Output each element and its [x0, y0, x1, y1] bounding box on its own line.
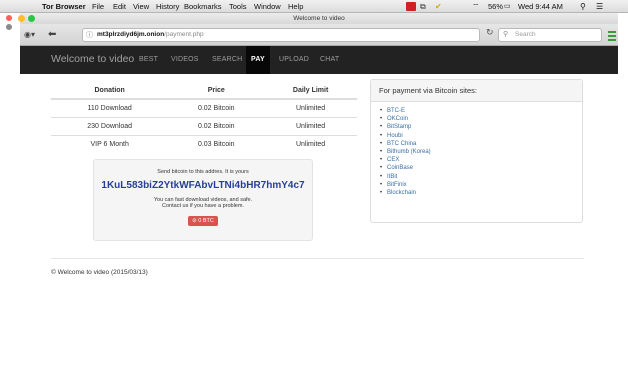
table-cell: 0.02 Bitcoin: [168, 116, 265, 135]
site-link[interactable]: BTC-E: [380, 107, 582, 115]
site-link[interactable]: Bithumb (Korea): [380, 148, 582, 156]
battery-icon[interactable]: ▭: [504, 2, 511, 10]
payment-intro: Send bitcoin to this addres. It is yours: [157, 169, 249, 175]
donation-table: Donation Price Daily Limit 110 Download …: [51, 82, 357, 153]
nav-videos[interactable]: VIDEOS: [171, 56, 199, 63]
menu-file[interactable]: File: [92, 2, 104, 11]
minimize-window-icon[interactable]: [18, 15, 25, 22]
zoom-window-icon[interactable]: [28, 15, 35, 22]
table-header: Price: [168, 82, 265, 100]
menu-app-name[interactable]: Tor Browser: [42, 2, 86, 11]
nav-search[interactable]: SEARCH: [212, 56, 242, 63]
site-brand[interactable]: Welcome to video: [51, 53, 134, 65]
table-cell: Unlimited: [264, 98, 357, 117]
table-header-row: Donation Price Daily Limit: [51, 82, 357, 100]
site-link[interactable]: BTC China: [380, 140, 582, 148]
site-link[interactable]: Houbi: [380, 132, 582, 140]
menu-tools[interactable]: Tools: [229, 2, 247, 11]
table-row: 110 Download 0.02 Bitcoin Unlimited: [51, 98, 357, 117]
table-cell: 110 Download: [51, 98, 169, 117]
btc-balance-button[interactable]: ⊘ 0 BTC: [188, 216, 218, 226]
table-cell: 0.02 Bitcoin: [168, 98, 265, 117]
tor-onion-icon[interactable]: [6, 24, 12, 30]
btc-balance-label: 0 BTC: [198, 218, 214, 224]
payment-note-2: Contact us if you have a problem.: [162, 203, 244, 209]
nav-upload[interactable]: UPLOAD: [279, 56, 309, 63]
close-window-icon[interactable]: [6, 15, 12, 21]
reload-icon[interactable]: ↻: [486, 28, 494, 38]
search-icon: ⚲: [503, 31, 509, 38]
status-app-icon[interactable]: [406, 2, 416, 11]
clock[interactable]: Wed 9:44 AM: [518, 2, 563, 11]
menu-window[interactable]: Window: [254, 2, 281, 11]
browser-toolbar: ◉▾ ⬅ ⓘ mt3plrzdiyd6jm.onion/payment.php …: [20, 24, 618, 46]
table-cell: VIP 6 Month: [51, 134, 169, 153]
table-row: VIP 6 Month 0.03 Bitcoin Unlimited: [51, 134, 357, 153]
table-cell: Unlimited: [264, 134, 357, 153]
url-bar[interactable]: ⓘ mt3plrzdiyd6jm.onion/payment.php: [82, 28, 480, 42]
site-link[interactable]: CoinBase: [380, 164, 582, 172]
url-host: mt3plrzdiyd6jm.onion: [97, 31, 165, 38]
table-row: 230 Download 0.02 Bitcoin Unlimited: [51, 116, 357, 135]
tor-button-icon[interactable]: ◉▾: [24, 29, 35, 41]
site-link[interactable]: Blockchain: [380, 189, 582, 197]
site-link[interactable]: ItBit: [380, 173, 582, 181]
site-link[interactable]: BitFinix: [380, 181, 582, 189]
url-path: /payment.php: [164, 31, 204, 38]
window-left-edge: [0, 13, 20, 392]
check-icon[interactable]: ✔: [435, 2, 442, 11]
sites-list: BTC-E OKCoin BitStamp Houbi BTC China Bi…: [371, 102, 582, 197]
window-title: Welcome to video: [293, 15, 345, 22]
window-titlebar: Welcome to video: [18, 13, 618, 24]
menu-history[interactable]: History: [156, 2, 179, 11]
menu-view[interactable]: View: [133, 2, 149, 11]
site-link[interactable]: CEX: [380, 156, 582, 164]
site-info-icon[interactable]: ⓘ: [86, 30, 93, 42]
spotlight-icon[interactable]: ⚲: [580, 2, 586, 11]
table-header: Donation: [51, 82, 169, 100]
menu-bookmarks[interactable]: Bookmarks: [184, 2, 222, 11]
table-cell: 230 Download: [51, 116, 169, 135]
page-content: Donation Price Daily Limit 110 Download …: [20, 74, 618, 392]
window-icon[interactable]: ⧉: [420, 2, 426, 12]
back-button-icon[interactable]: ⬅: [48, 29, 56, 41]
wifi-icon[interactable]: ⌔: [472, 2, 480, 12]
site-link[interactable]: OKCoin: [380, 115, 582, 123]
notification-icon[interactable]: ☰: [596, 2, 603, 11]
site-navbar: Welcome to video BEST VIDEOS SEARCH PAY …: [20, 46, 618, 74]
nav-chat[interactable]: CHAT: [320, 56, 339, 63]
nav-best[interactable]: BEST: [139, 56, 158, 63]
search-input[interactable]: ⚲ Search: [498, 28, 602, 42]
nav-pay[interactable]: PAY: [251, 56, 265, 63]
site-link[interactable]: BitStamp: [380, 123, 582, 131]
hamburger-menu-icon[interactable]: [608, 29, 616, 41]
menu-edit[interactable]: Edit: [113, 2, 126, 11]
search-placeholder: Search: [515, 31, 536, 38]
menu-help[interactable]: Help: [288, 2, 303, 11]
footer-text: © Welcome to video (2015/03/13): [51, 269, 148, 276]
table-cell: 0.03 Bitcoin: [168, 134, 265, 153]
bitcoin-address[interactable]: 1KuL583biZ2YtkWFAbvLTNi4bHR7hmY4c7: [94, 180, 312, 191]
battery-percent[interactable]: 56%: [488, 2, 503, 11]
table-header: Daily Limit: [264, 82, 357, 100]
bitcoin-sites-panel: For payment via Bitcoin sites: BTC-E OKC…: [370, 79, 583, 223]
payment-box: Send bitcoin to this addres. It is yours…: [93, 159, 313, 241]
macos-menubar: Tor Browser File Edit View History Bookm…: [0, 0, 628, 13]
panel-heading: For payment via Bitcoin sites:: [371, 80, 582, 102]
footer-divider: [51, 258, 584, 259]
table-cell: Unlimited: [264, 116, 357, 135]
